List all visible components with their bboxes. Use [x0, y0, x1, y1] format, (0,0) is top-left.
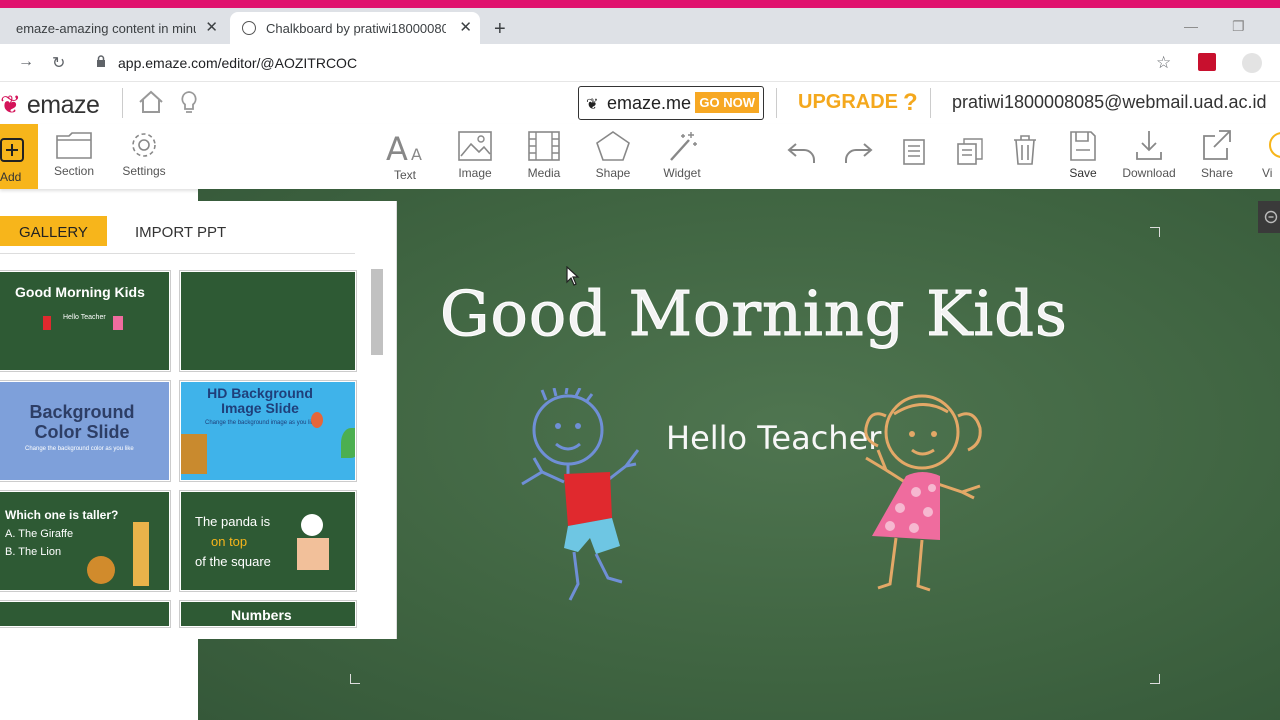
emaze-me-banner[interactable]: ❦ emaze.me GO NOW: [578, 86, 764, 120]
upgrade-button[interactable]: UPGRADE: [798, 91, 898, 114]
divider: [930, 88, 931, 118]
thumbnail-panda[interactable]: The panda is on top of the square: [179, 490, 357, 592]
crop-mark-bottom-right: [1150, 674, 1160, 684]
new-tab-icon[interactable]: +: [494, 18, 506, 41]
panda-illustration: [301, 514, 323, 536]
image-tool-button[interactable]: Image: [455, 130, 495, 180]
widget-tool-button[interactable]: Widget: [660, 130, 704, 180]
thumbnail-hd-background[interactable]: HD Background Image Slide Change the bac…: [179, 380, 357, 482]
gallery-scrollbar[interactable]: [371, 269, 383, 355]
share-button[interactable]: Share: [1196, 128, 1238, 180]
browser-tab-chalkboard[interactable]: Chalkboard by pratiwi18000080 ✕: [230, 12, 480, 44]
trash-icon[interactable]: [1012, 134, 1038, 166]
slide-title[interactable]: Good Morning Kids: [440, 277, 1068, 351]
help-button[interactable]: ?: [903, 89, 918, 117]
thumbnail-good-morning-kids[interactable]: Good Morning Kids Hello Teacher: [0, 270, 171, 372]
emaze-me-mark-icon: ❦: [586, 96, 599, 113]
view-icon: [1269, 132, 1280, 158]
address-bar: → ↻ app.emaze.com/editor/@AOZITRCOC ☆: [0, 44, 1280, 82]
image-icon: [458, 131, 492, 161]
profile-avatar[interactable]: [1242, 53, 1262, 73]
film-icon: [528, 131, 560, 161]
thumbnail-background-color[interactable]: Background Color Slide Change the backgr…: [0, 380, 171, 482]
emaze-logo-mark: ❦: [0, 91, 21, 119]
thumbnail-blank[interactable]: [179, 270, 357, 372]
giraffe-illustration: [133, 522, 149, 586]
save-button[interactable]: Save: [1064, 130, 1102, 180]
text-icon: AA: [386, 130, 422, 164]
template-gallery: GALLERY IMPORT PPT Good Morning Kids Hel…: [0, 201, 397, 639]
globe-icon: [242, 21, 256, 35]
divider: [122, 88, 123, 118]
crop-mark-bottom-left: [350, 674, 360, 684]
house-illustration: [181, 434, 207, 474]
page-icon[interactable]: [902, 136, 926, 166]
lock-icon: [97, 55, 105, 67]
zoom-control[interactable]: [1258, 201, 1280, 233]
slide-subtitle[interactable]: Hello Teacher: [666, 419, 881, 457]
home-icon[interactable]: [138, 90, 164, 114]
go-now-button[interactable]: GO NOW: [695, 92, 759, 113]
magic-wand-icon: [670, 132, 697, 161]
svg-text:A: A: [386, 130, 408, 164]
window-accent-bar: [0, 0, 1280, 8]
star-icon[interactable]: ☆: [1156, 53, 1171, 73]
reload-icon[interactable]: ↻: [52, 53, 65, 73]
download-button[interactable]: Download: [1118, 128, 1180, 180]
gear-icon: [132, 133, 156, 157]
pentagon-icon: [596, 131, 630, 161]
minimize-icon[interactable]: —: [1184, 18, 1198, 34]
plus-icon: [0, 138, 24, 162]
view-button[interactable]: Vi: [1262, 128, 1280, 180]
download-icon: [1136, 131, 1162, 160]
url-text[interactable]: app.emaze.com/editor/@AOZITRCOC: [118, 55, 357, 71]
share-icon: [1203, 130, 1231, 160]
restore-icon[interactable]: ❐: [1232, 18, 1245, 35]
balloon-illustration: [311, 412, 323, 428]
save-icon: [1070, 131, 1096, 161]
text-tool-button[interactable]: AA Text: [384, 130, 426, 182]
browser-tab-emaze[interactable]: emaze-amazing content in minut ✕: [0, 12, 226, 44]
mouse-cursor-icon: [566, 266, 580, 286]
section-button[interactable]: Section: [52, 130, 96, 178]
emaze-logo[interactable]: ❦ emaze: [0, 90, 100, 120]
tab-gallery[interactable]: GALLERY: [0, 216, 107, 246]
square-illustration: [297, 538, 329, 570]
redo-icon[interactable]: [842, 136, 874, 166]
lion-illustration: [87, 556, 115, 584]
leaf-illustration: [341, 428, 355, 458]
thumbnail-which-taller[interactable]: Which one is taller? A. The Giraffe B. T…: [0, 490, 171, 592]
extension-icon[interactable]: [1198, 53, 1216, 71]
editor-toolbar: Add Section Settings AA Text Image Media…: [0, 124, 1280, 189]
thumbnail-numbers[interactable]: Numbers: [179, 600, 357, 628]
folder-icon: [56, 132, 92, 159]
thumbnail-partial[interactable]: [0, 600, 171, 628]
divider: [776, 88, 777, 118]
emaze-header: ❦ emaze ❦ emaze.me GO NOW UPGRADE ? prat…: [0, 82, 1280, 124]
crop-mark-top-right: [1150, 227, 1160, 237]
girl-mini-icon: [113, 316, 123, 330]
close-tab-icon[interactable]: ✕: [205, 18, 218, 36]
lightbulb-icon[interactable]: [180, 90, 198, 116]
browser-tab-strip: emaze-amazing content in minut ✕ Chalkbo…: [0, 8, 1280, 44]
user-email[interactable]: pratiwi1800008085@webmail.uad.ac.id: [952, 92, 1266, 113]
close-tab-icon[interactable]: ✕: [459, 18, 472, 36]
tab-title: Chalkboard by pratiwi18000080: [266, 20, 446, 36]
tab-title: emaze-amazing content in minut: [16, 20, 196, 36]
add-button[interactable]: Add: [0, 124, 38, 189]
boy-mini-icon: [43, 316, 51, 330]
undo-icon[interactable]: [786, 136, 818, 166]
svg-text:A: A: [411, 145, 422, 164]
girl-drawing[interactable]: [856, 388, 988, 598]
media-tool-button[interactable]: Media: [524, 130, 564, 180]
shape-tool-button[interactable]: Shape: [593, 130, 633, 180]
zoom-out-icon: [1264, 210, 1278, 224]
settings-button[interactable]: Settings: [120, 130, 168, 178]
divider: [0, 253, 355, 254]
duplicate-icon[interactable]: [956, 136, 984, 166]
tab-import-ppt[interactable]: IMPORT PPT: [135, 224, 226, 241]
forward-icon[interactable]: →: [18, 53, 34, 71]
boy-drawing[interactable]: [512, 388, 644, 604]
